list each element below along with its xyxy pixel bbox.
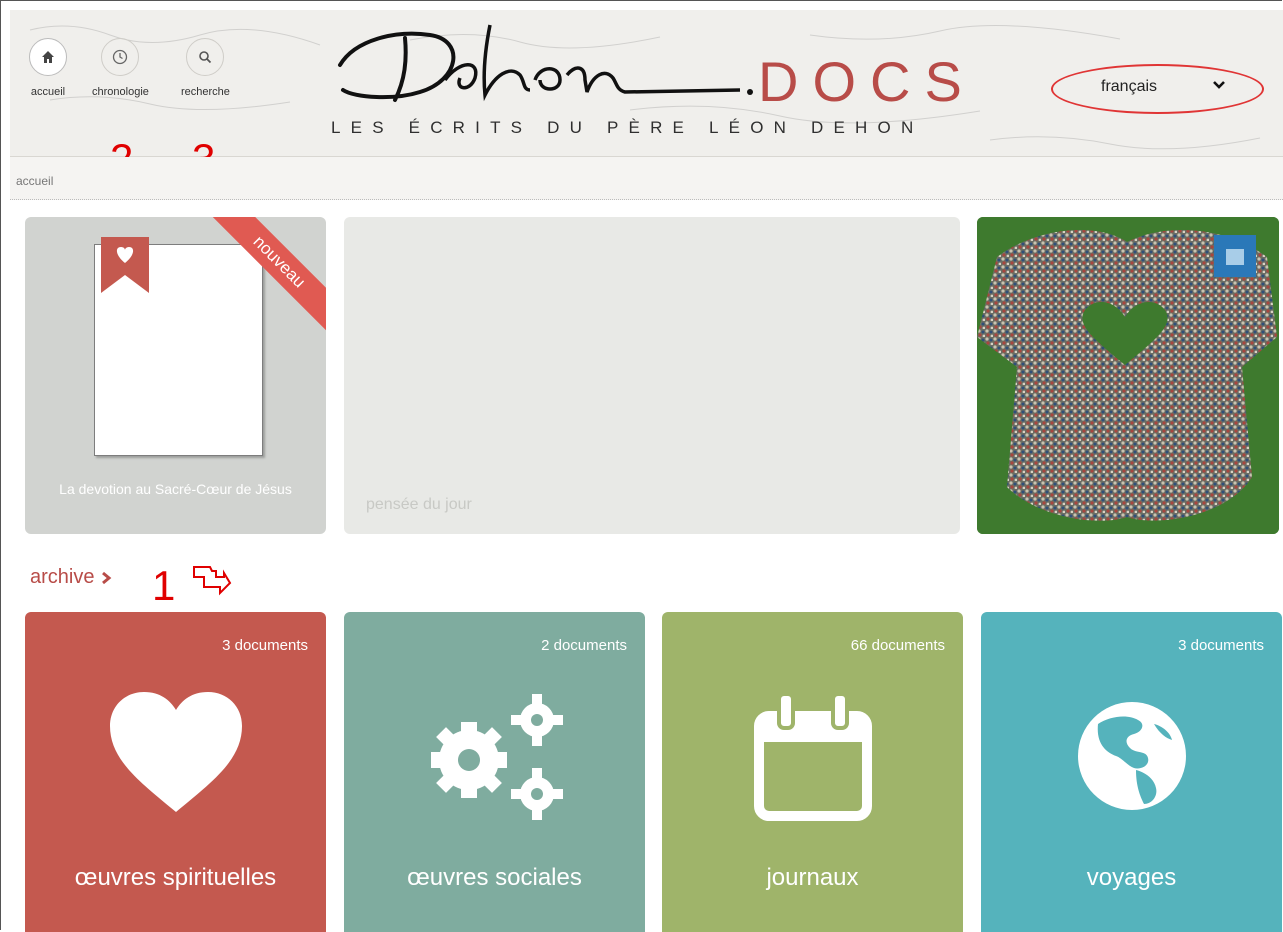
- tile-label: voyages: [1086, 864, 1177, 891]
- gears-icon: [430, 694, 563, 820]
- gears-icon-wrap: [344, 692, 645, 820]
- annotation-one: 1: [152, 562, 176, 609]
- calendar-icon: [753, 692, 872, 821]
- nav-label-chronologie: chronologie: [92, 86, 149, 98]
- heart-icon: [109, 692, 242, 812]
- archive-label: archive: [30, 566, 95, 588]
- nav-recherche[interactable]: recherche: [181, 38, 230, 98]
- language-value: français: [1101, 78, 1158, 95]
- new-document-card[interactable]: nouveau La devotion au Sacré-Cœur de Jés…: [25, 217, 326, 534]
- chevron-down-icon: [1213, 81, 1225, 89]
- home-icon: [29, 38, 67, 76]
- nav-label-accueil: accueil: [30, 86, 66, 98]
- tile-count: 2 documents: [541, 637, 627, 654]
- breadcrumb-bar: accueil: [10, 157, 1283, 200]
- search-icon: [186, 38, 225, 76]
- breadcrumb[interactable]: accueil: [16, 174, 53, 188]
- dehon-signature-logo: [338, 24, 753, 102]
- crowd-heart-photo[interactable]: [977, 217, 1279, 534]
- bookmark-heart-icon: [101, 237, 149, 293]
- tile-label: journaux: [766, 864, 859, 891]
- tile-oeuvres-sociales[interactable]: 2 documents œuvres sociales: [344, 612, 645, 932]
- archive-link[interactable]: archive: [30, 566, 112, 589]
- nav-chronologie[interactable]: chronologie: [92, 38, 149, 98]
- heart-icon-wrap: [25, 692, 326, 812]
- tile-count: 3 documents: [1178, 637, 1264, 654]
- arrow-annotation-icon: [193, 566, 232, 596]
- nav-label-recherche: recherche: [181, 86, 230, 98]
- globe-icon-wrap: [981, 700, 1282, 812]
- logo-docs: DOCS: [758, 50, 976, 113]
- thought-of-the-day-card[interactable]: pensée du jour: [344, 217, 960, 534]
- tile-journaux[interactable]: 66 documents journaux: [662, 612, 963, 932]
- tile-count: 66 documents: [850, 637, 945, 654]
- chevron-right-icon: [102, 571, 112, 584]
- globe-icon: [1077, 702, 1186, 810]
- tagline: LES ÉCRITS DU PÈRE LÉON DEHON: [331, 118, 924, 137]
- language-select[interactable]: [1051, 64, 1264, 114]
- crowd-heart-image: [977, 217, 1279, 534]
- clock-icon: [101, 38, 140, 76]
- nav-accueil[interactable]: accueil: [29, 38, 67, 98]
- tile-voyages[interactable]: 3 documents voyages: [981, 612, 1282, 932]
- tile-label: œuvres spirituelles: [74, 864, 277, 891]
- tile-count: 3 documents: [222, 637, 308, 654]
- tile-oeuvres-spirituelles[interactable]: 3 documents œuvres spirituelles: [25, 612, 326, 932]
- tile-label: œuvres sociales: [407, 864, 582, 891]
- thought-of-the-day-label: pensée du jour: [366, 496, 472, 513]
- calendar-icon-wrap: [662, 692, 963, 822]
- new-document-title: La devotion au Sacré-Cœur de Jésus: [59, 481, 292, 497]
